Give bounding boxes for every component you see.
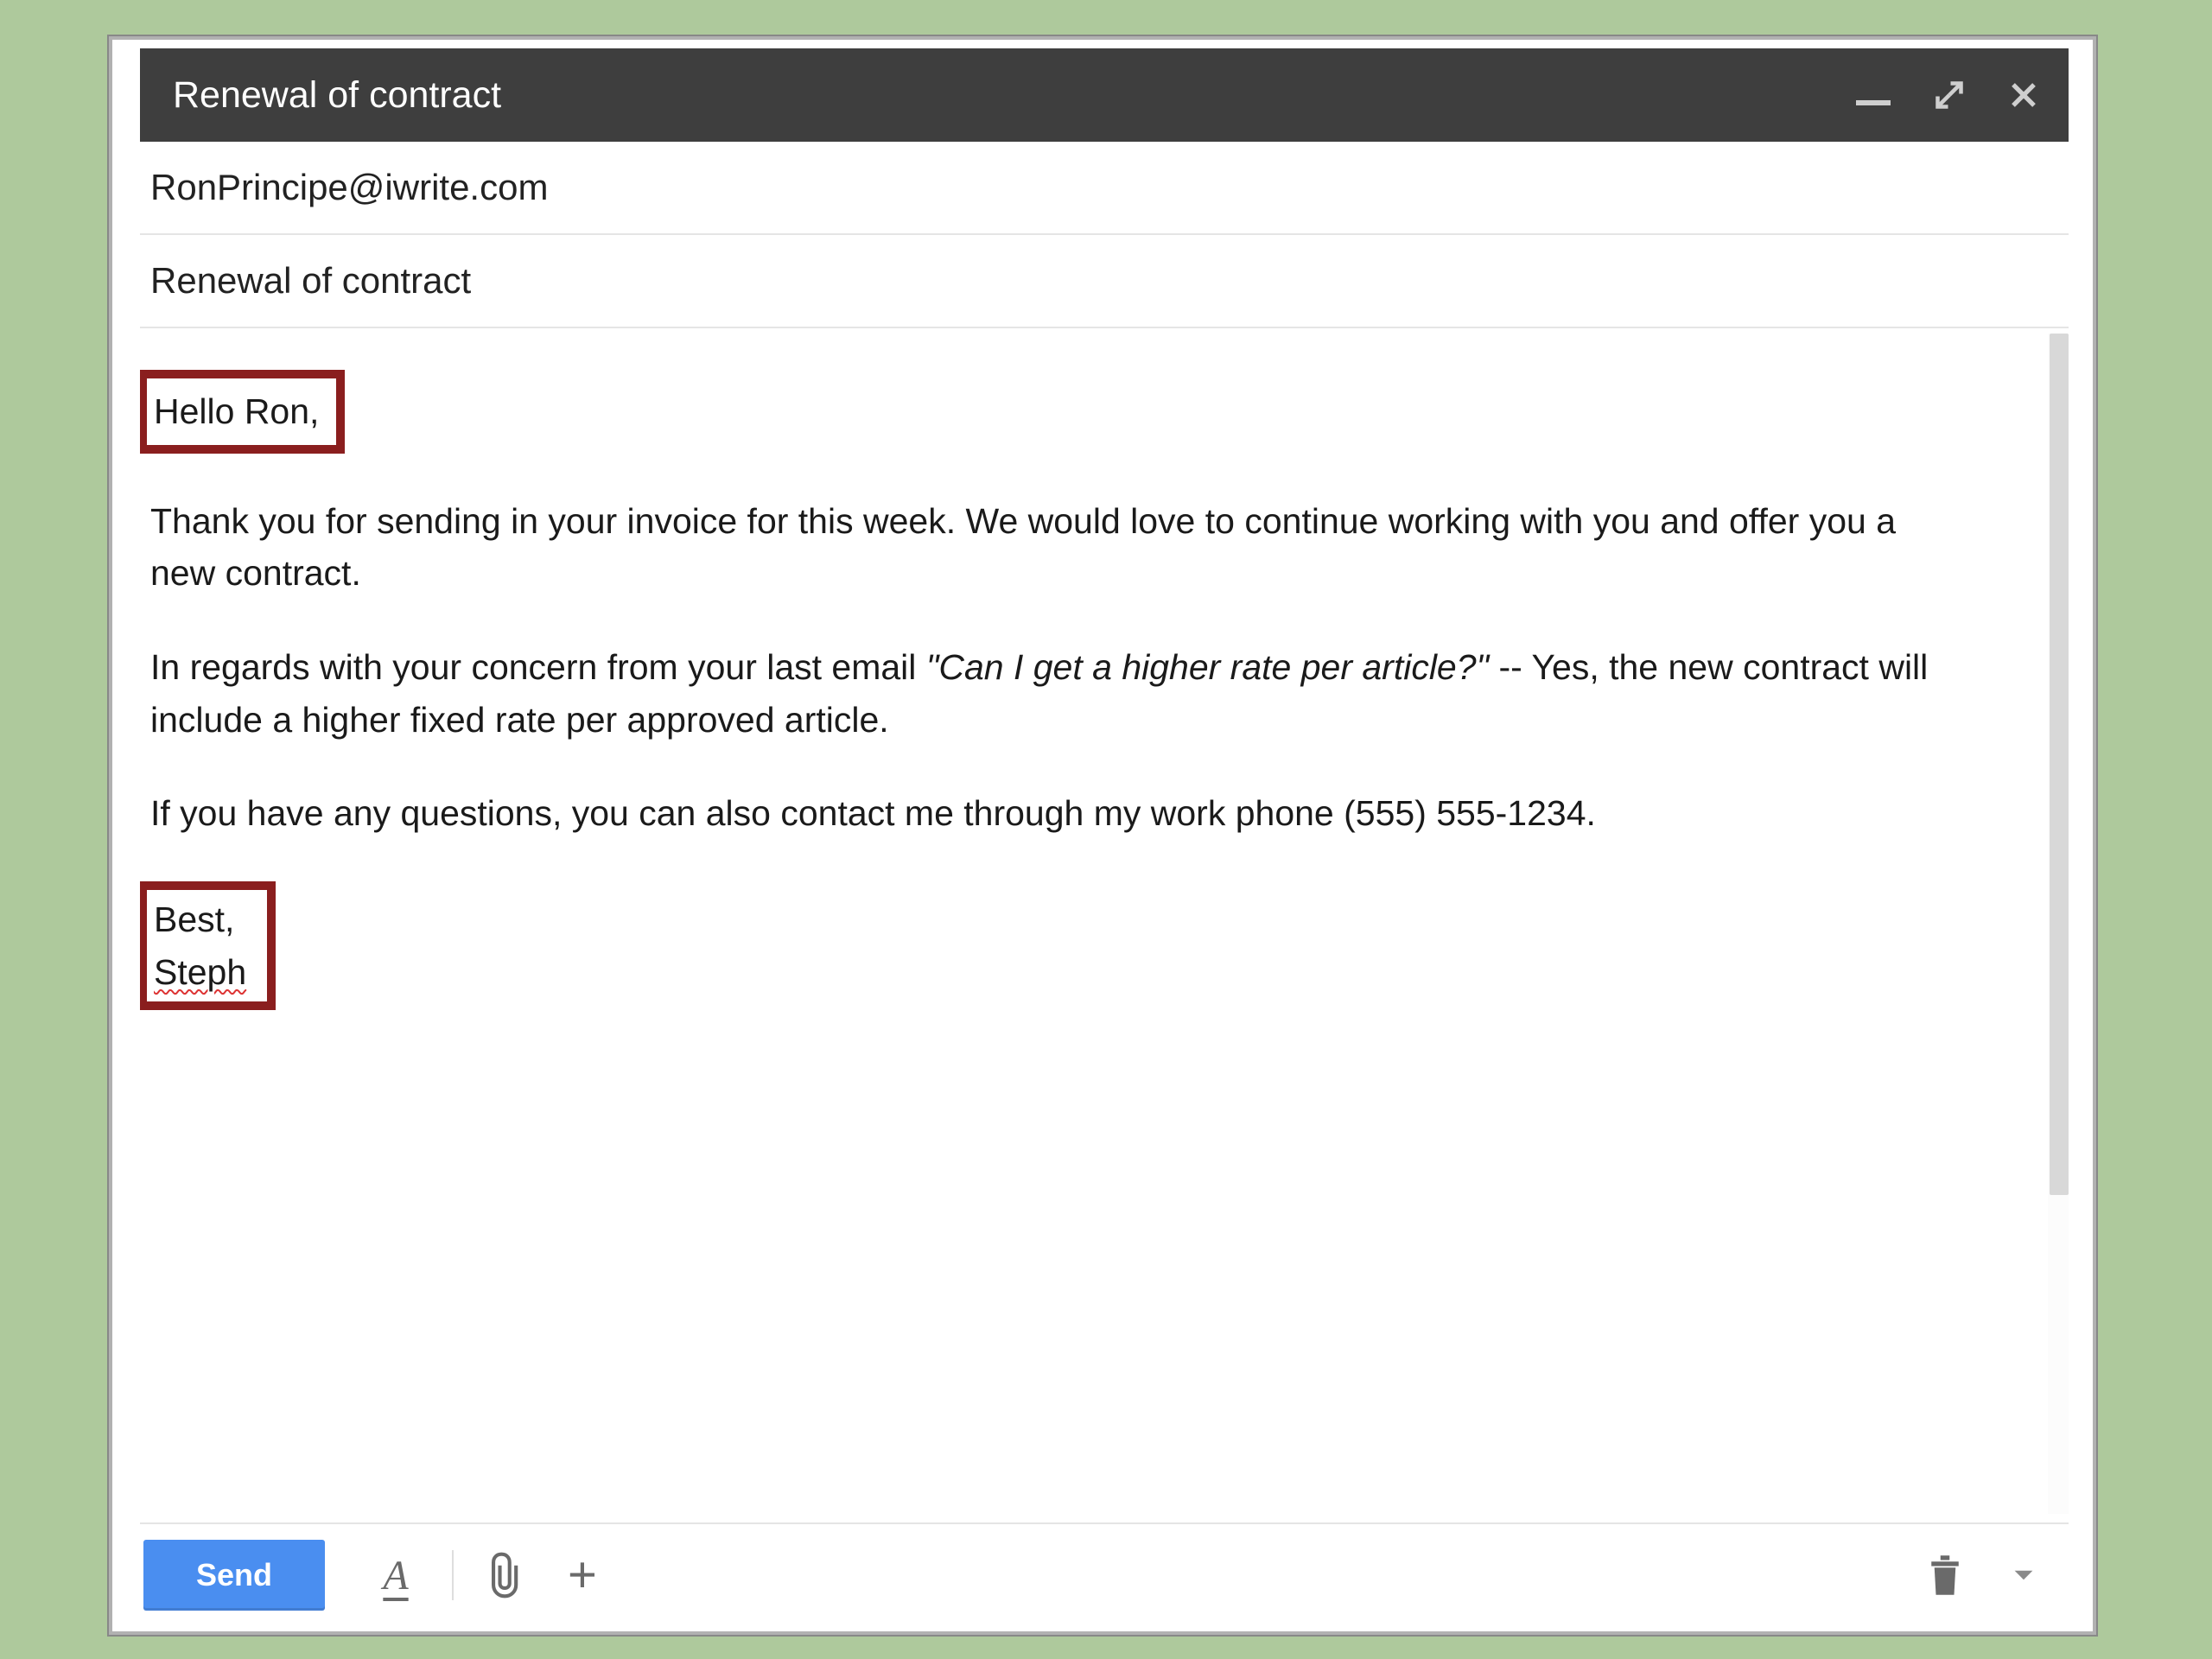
scrollbar-thumb[interactable] bbox=[2050, 334, 2069, 1195]
compose-window: Renewal of contract R bbox=[140, 48, 2069, 1626]
format-button[interactable]: A bbox=[372, 1552, 419, 1599]
more-options-button[interactable] bbox=[1989, 1567, 2058, 1583]
compose-window-frame: Renewal of contract R bbox=[109, 36, 2096, 1635]
body-paragraph-1: Thank you for sending in your invoice fo… bbox=[150, 495, 1948, 600]
send-button[interactable]: Send bbox=[143, 1540, 325, 1611]
discard-button[interactable] bbox=[1927, 1553, 1963, 1598]
body-paragraph-2: In regards with your concern from your l… bbox=[150, 641, 1948, 746]
subject-value: Renewal of contract bbox=[150, 260, 471, 302]
signature-name: Steph bbox=[154, 946, 246, 999]
signoff-text: Best, bbox=[154, 893, 246, 946]
greeting-text: Hello Ron, bbox=[154, 391, 319, 431]
close-button[interactable] bbox=[2008, 79, 2039, 111]
toolbar-divider bbox=[452, 1550, 454, 1600]
signature-highlight: Best, Steph bbox=[140, 881, 276, 1010]
recipient-value: RonPrincipe@iwrite.com bbox=[150, 167, 548, 208]
attach-button[interactable] bbox=[486, 1551, 526, 1599]
paperclip-icon bbox=[486, 1551, 526, 1599]
window-title: Renewal of contract bbox=[173, 74, 1856, 117]
caret-down-icon bbox=[2012, 1567, 2035, 1583]
insert-button[interactable]: + bbox=[568, 1550, 597, 1600]
expand-button[interactable] bbox=[1934, 79, 1965, 111]
to-field[interactable]: RonPrincipe@iwrite.com bbox=[140, 142, 2069, 235]
expand-icon bbox=[1934, 79, 1965, 111]
email-body[interactable]: Hello Ron, Thank you for sending in your… bbox=[140, 328, 2069, 1522]
subject-field[interactable]: Renewal of contract bbox=[140, 235, 2069, 328]
titlebar: Renewal of contract bbox=[140, 48, 2069, 142]
scrollbar[interactable] bbox=[2048, 334, 2069, 1514]
minimize-button[interactable] bbox=[1856, 85, 1891, 105]
body-paragraph-3: If you have any questions, you can also … bbox=[150, 787, 1948, 840]
close-icon bbox=[2008, 79, 2039, 111]
window-controls bbox=[1856, 79, 2039, 111]
greeting-highlight: Hello Ron, bbox=[140, 370, 345, 454]
trash-icon bbox=[1927, 1553, 1963, 1598]
compose-toolbar: Send A + bbox=[140, 1522, 2069, 1626]
quoted-text: "Can I get a higher rate per article?" bbox=[926, 647, 1489, 687]
minimize-icon bbox=[1856, 100, 1891, 105]
